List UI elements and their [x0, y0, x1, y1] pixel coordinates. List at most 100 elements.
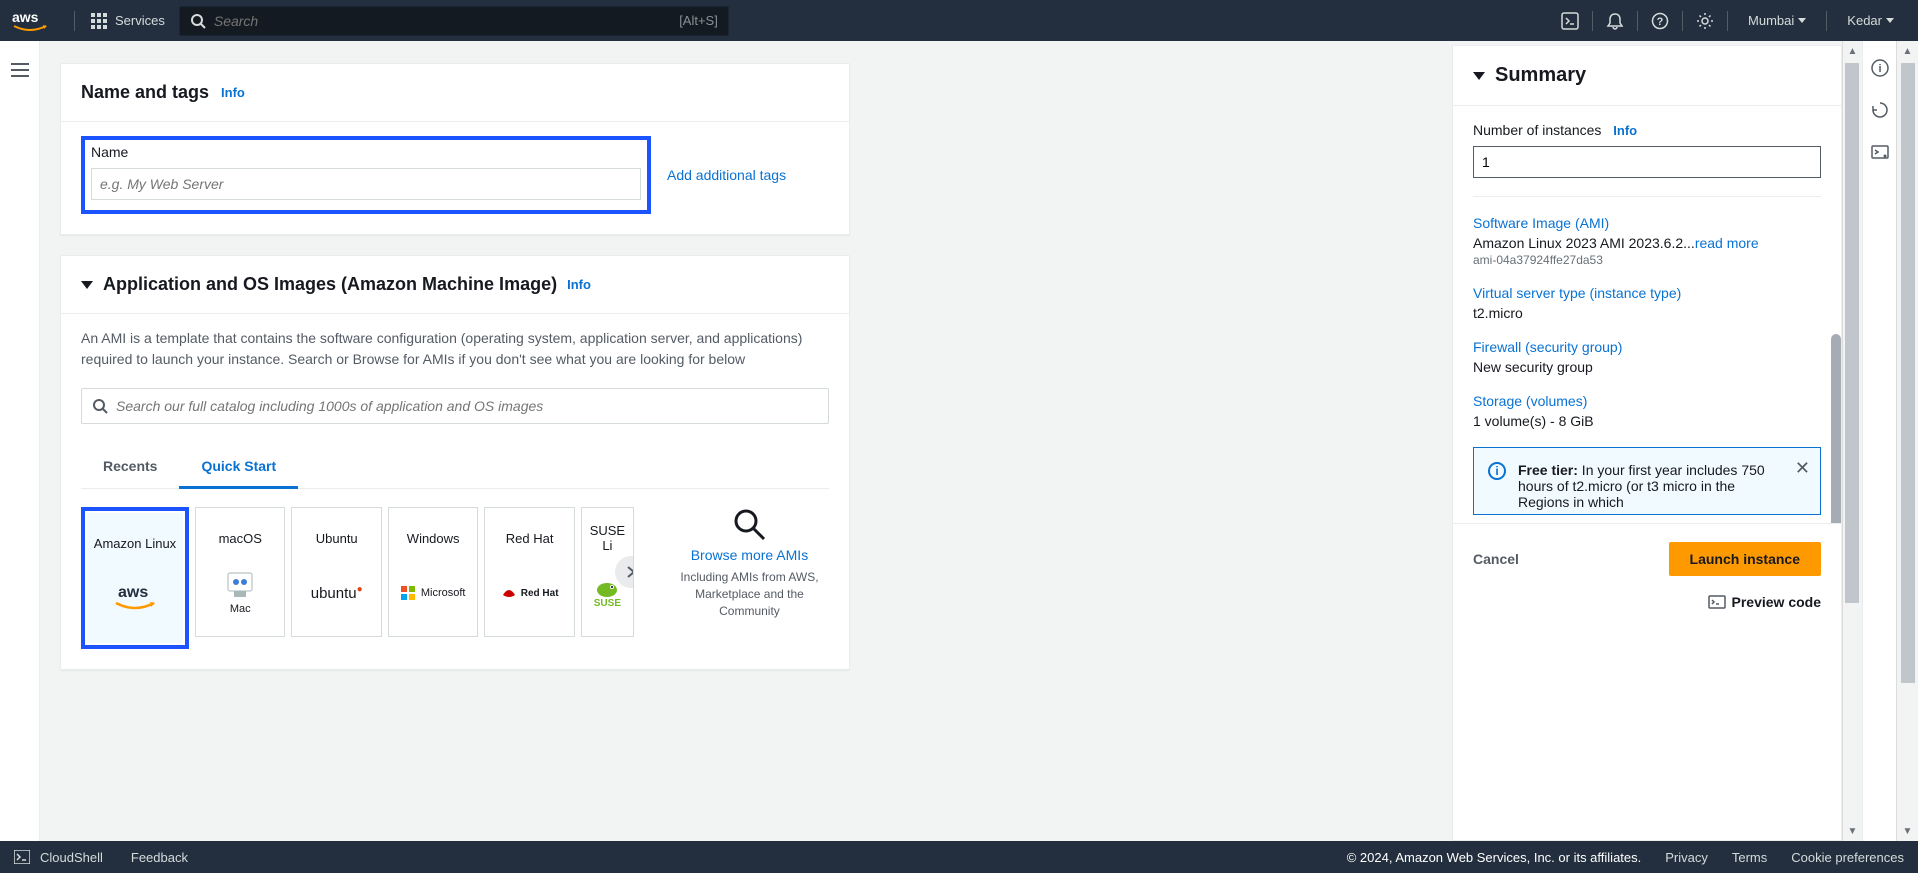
top-nav: aws Services [Alt+S] ? Mumbai Kedar	[0, 0, 1918, 41]
services-label: Services	[115, 13, 165, 28]
search-shortcut: [Alt+S]	[679, 13, 718, 28]
side-nav-toggle[interactable]	[0, 41, 40, 841]
feedback-link[interactable]: Feedback	[131, 850, 188, 865]
summary-title: Summary	[1495, 64, 1586, 87]
os-tile-amazon-linux[interactable]: Amazon Linux aws	[87, 513, 183, 643]
services-button[interactable]: Services	[83, 13, 173, 29]
privacy-link[interactable]: Privacy	[1665, 850, 1708, 865]
scroll-thumb[interactable]	[1901, 63, 1915, 683]
account-menu[interactable]: Kedar	[1835, 13, 1906, 28]
ami-title: Application and OS Images (Amazon Machin…	[103, 274, 557, 295]
ubuntu-icon: ubuntu●	[311, 568, 363, 618]
browse-subtext: Including AMIs from AWS, Marketplace and…	[670, 569, 829, 619]
info-link[interactable]: Info	[1613, 123, 1637, 138]
right-rail: i	[1862, 41, 1896, 841]
scroll-up-icon[interactable]: ▲	[1843, 41, 1862, 61]
tab-recents[interactable]: Recents	[81, 446, 179, 488]
ami-search[interactable]	[81, 388, 829, 424]
os-tile-ubuntu[interactable]: Ubuntu ubuntu●	[291, 507, 381, 637]
mac-icon: Mac	[224, 568, 256, 618]
divider	[74, 11, 75, 31]
scroll-down-icon[interactable]: ▼	[1897, 821, 1918, 841]
search-icon	[190, 13, 206, 29]
info-panel-icon[interactable]: i	[1871, 59, 1889, 77]
scroll-down-icon[interactable]: ▼	[1843, 821, 1862, 841]
num-instances-input[interactable]	[1473, 146, 1821, 178]
grid-icon	[91, 13, 107, 29]
search-icon	[92, 398, 108, 414]
chevron-down-icon	[1886, 18, 1894, 23]
firewall-value: New security group	[1473, 359, 1593, 375]
summary-panel: Summary Number of instances Info Softwar…	[1452, 45, 1842, 841]
aws-icon: aws	[110, 573, 160, 623]
cloudshell-link[interactable]: CloudShell	[40, 850, 103, 865]
redhat-icon: Red Hat	[501, 568, 559, 618]
help-panel-icon[interactable]	[1871, 101, 1889, 119]
cli-panel-icon[interactable]	[1871, 143, 1889, 161]
scroll-up-icon[interactable]: ▲	[1897, 41, 1918, 61]
content-scrollbar[interactable]: ▲ ▼	[1842, 41, 1862, 841]
code-icon	[1708, 595, 1726, 609]
region-selector[interactable]: Mumbai	[1736, 13, 1818, 28]
num-instances-label: Number of instances	[1473, 122, 1601, 138]
free-tier-notice: i ✕ Free tier: In your first year includ…	[1473, 447, 1821, 515]
footer: CloudShell Feedback © 2024, Amazon Web S…	[0, 841, 1918, 873]
firewall-link[interactable]: Firewall (security group)	[1473, 339, 1821, 355]
ami-description: An AMI is a template that contains the s…	[81, 328, 829, 370]
ami-id: ami-04a37924ffe27da53	[1473, 253, 1821, 267]
scroll-thumb[interactable]	[1845, 63, 1859, 603]
instance-type-link[interactable]: Virtual server type (instance type)	[1473, 285, 1821, 301]
info-icon: i	[1488, 462, 1506, 480]
aws-logo[interactable]: aws	[12, 10, 48, 32]
settings-icon[interactable]	[1691, 7, 1719, 35]
terms-link[interactable]: Terms	[1732, 850, 1767, 865]
search-input[interactable]	[214, 13, 679, 29]
ami-card: Application and OS Images (Amazon Machin…	[60, 255, 850, 670]
storage-value: 1 volume(s) - 8 GiB	[1473, 413, 1594, 429]
os-tiles-row: Amazon Linux aws macOS Mac	[81, 507, 829, 649]
notifications-icon[interactable]	[1601, 7, 1629, 35]
global-search[interactable]: [Alt+S]	[179, 6, 729, 36]
os-tile-macos[interactable]: macOS Mac	[195, 507, 285, 637]
storage-link[interactable]: Storage (volumes)	[1473, 393, 1821, 409]
chevron-down-icon	[1798, 18, 1806, 23]
window-scrollbar[interactable]: ▲ ▼	[1896, 41, 1918, 841]
name-and-tags-title: Name and tags	[81, 82, 209, 103]
scrollbar[interactable]	[1831, 334, 1841, 523]
browse-amis: Browse more AMIs Including AMIs from AWS…	[670, 507, 829, 649]
ami-search-input[interactable]	[116, 398, 818, 414]
cancel-button[interactable]: Cancel	[1473, 551, 1519, 567]
microsoft-icon: Microsoft	[401, 568, 466, 618]
amazon-linux-highlight: Amazon Linux aws	[81, 507, 189, 649]
collapse-icon[interactable]	[1473, 72, 1485, 80]
os-tile-redhat[interactable]: Red Hat Red Hat	[484, 507, 574, 637]
read-more-link[interactable]: read more	[1695, 235, 1759, 251]
cloudshell-icon	[14, 850, 30, 864]
cloudshell-icon[interactable]	[1556, 7, 1584, 35]
instance-type-value: t2.micro	[1473, 305, 1523, 321]
name-and-tags-card: Name and tags Info Name Add additional t…	[60, 63, 850, 235]
hamburger-icon	[11, 63, 29, 77]
info-link[interactable]: Info	[567, 277, 591, 292]
tab-quick-start[interactable]: Quick Start	[179, 446, 298, 489]
chevron-right-icon	[625, 566, 634, 578]
collapse-icon[interactable]	[81, 281, 93, 289]
browse-more-link[interactable]: Browse more AMIs	[691, 547, 808, 563]
ami-link[interactable]: Software Image (AMI)	[1473, 215, 1821, 231]
svg-text:aws: aws	[118, 584, 148, 601]
cookie-link[interactable]: Cookie preferences	[1791, 850, 1904, 865]
name-highlight-box: Name	[81, 136, 651, 214]
add-tags-link[interactable]: Add additional tags	[667, 167, 786, 183]
os-tile-windows[interactable]: Windows Microsoft	[388, 507, 478, 637]
launch-instance-button[interactable]: Launch instance	[1669, 542, 1821, 576]
close-icon[interactable]: ✕	[1795, 458, 1810, 479]
instance-name-input[interactable]	[91, 168, 641, 200]
name-label: Name	[91, 144, 128, 160]
svg-text:i: i	[1878, 63, 1881, 75]
preview-code-button[interactable]: Preview code	[1453, 594, 1841, 620]
help-icon[interactable]: ?	[1646, 7, 1674, 35]
ami-tabs: Recents Quick Start	[81, 446, 829, 489]
os-tile-suse[interactable]: SUSE Li SUSE	[581, 507, 634, 637]
info-link[interactable]: Info	[221, 85, 245, 100]
main-content: Name and tags Info Name Add additional t…	[40, 41, 1448, 841]
